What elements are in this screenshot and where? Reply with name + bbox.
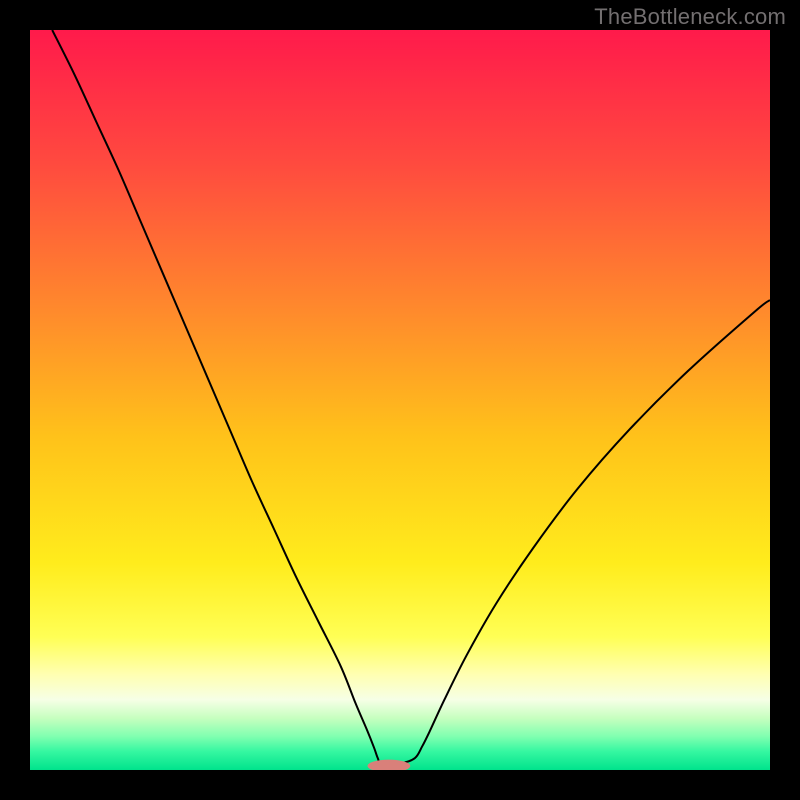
plot-area	[30, 30, 770, 770]
frame: TheBottleneck.com	[0, 0, 800, 800]
watermark-text: TheBottleneck.com	[594, 4, 786, 30]
chart-svg	[30, 30, 770, 770]
